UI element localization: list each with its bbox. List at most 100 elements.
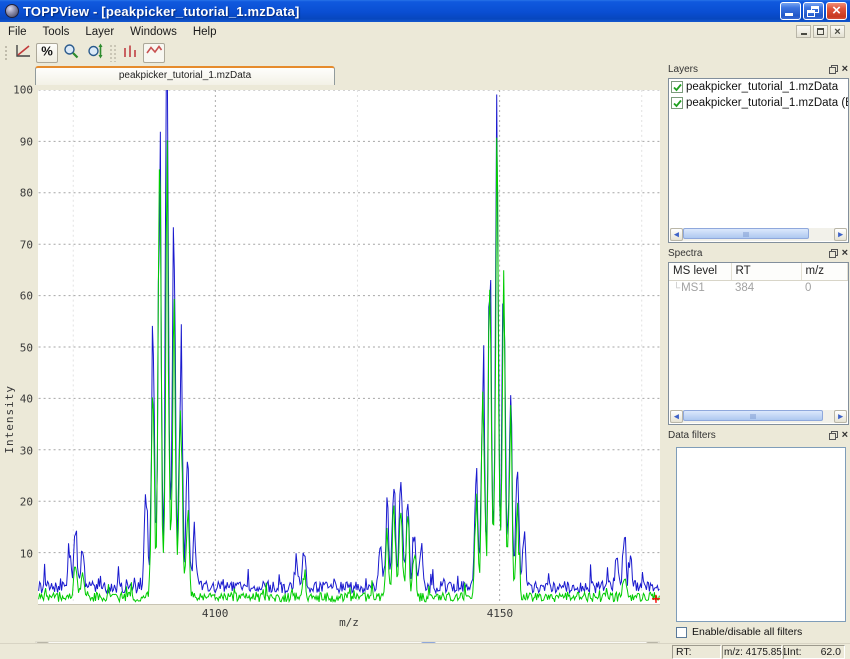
zoom-mode-icon bbox=[62, 43, 80, 64]
svg-text:%: % bbox=[41, 43, 53, 58]
zoom-mode-button[interactable] bbox=[60, 43, 82, 63]
measure-mode-icon bbox=[86, 43, 104, 64]
reset-zoom-button[interactable] bbox=[12, 43, 34, 63]
spectra-tree-table[interactable]: MS levelRTm/z └MS13840 ◂ ▸ bbox=[668, 262, 849, 425]
layer-item[interactable]: peakpicker_tutorial_1.mzData bbox=[669, 79, 848, 95]
y-tick-label: 20 bbox=[20, 496, 33, 509]
check-icon bbox=[673, 99, 682, 108]
status-bar: RT: m/z: 4175.851 Int: 62.0 bbox=[0, 643, 850, 659]
y-tick-label: 60 bbox=[20, 290, 33, 303]
status-mz-field: m/z: 4175.851 bbox=[722, 645, 782, 659]
restore-button[interactable] bbox=[803, 2, 824, 20]
status-int-field: Int: 62.0 bbox=[783, 645, 845, 659]
mdi-restore-button[interactable] bbox=[813, 25, 828, 38]
layers-panel-title: Layers bbox=[668, 64, 829, 75]
spectrum-plot-canvas[interactable] bbox=[38, 90, 660, 605]
status-int-value: 62.0 bbox=[821, 646, 841, 658]
menu-item-file[interactable]: File bbox=[0, 24, 35, 40]
layers-list[interactable]: peakpicker_tutorial_1.mzData peakpicker_t… bbox=[668, 78, 849, 243]
scrollbar-track[interactable] bbox=[683, 228, 834, 241]
mdi-close-button[interactable]: × bbox=[830, 25, 845, 38]
x-tick-label: 4150 bbox=[487, 607, 514, 620]
tab-peakpicker-tutorial[interactable]: peakpicker_tutorial_1.mzData bbox=[35, 66, 335, 85]
y-tick-label: 80 bbox=[20, 187, 33, 200]
menu-item-windows[interactable]: Windows bbox=[122, 24, 185, 40]
status-mz-value: m/z: 4175.851 bbox=[724, 647, 787, 658]
reset-zoom-icon bbox=[14, 43, 32, 64]
float-panel-icon[interactable] bbox=[829, 431, 838, 440]
spectra-column-header[interactable]: m/z bbox=[801, 263, 848, 280]
toolbar-grip[interactable] bbox=[4, 45, 9, 61]
y-axis-label: Intensity bbox=[3, 385, 16, 454]
measure-mode-button[interactable] bbox=[84, 43, 106, 63]
scroll-right-arrow-icon[interactable]: ▸ bbox=[834, 228, 847, 241]
layer-label: peakpicker_tutorial_1.mzData (Bas bbox=[686, 97, 848, 109]
intensity-percentage-mode-icon: % bbox=[38, 43, 56, 64]
y-tick-label: 40 bbox=[20, 393, 33, 406]
close-panel-icon[interactable]: × bbox=[842, 249, 848, 258]
spectrum-ms-level: MS1 bbox=[681, 282, 705, 294]
close-icon: × bbox=[827, 3, 846, 19]
data-filters-panel-header: Data filters × bbox=[668, 428, 848, 443]
check-icon bbox=[673, 83, 682, 92]
layer-label: peakpicker_tutorial_1.mzData bbox=[686, 81, 838, 93]
status-int-label: Int: bbox=[787, 646, 802, 658]
float-panel-icon[interactable] bbox=[829, 65, 838, 74]
title-bar[interactable]: TOPPView - [peakpicker_tutorial_1.mzData… bbox=[0, 0, 850, 22]
menu-item-layer[interactable]: Layer bbox=[77, 24, 122, 40]
y-tick-label: 50 bbox=[20, 341, 33, 354]
peaks-view-button[interactable] bbox=[119, 43, 141, 63]
layers-panel-header: Layers × bbox=[668, 62, 848, 77]
layer-visibility-checkbox[interactable] bbox=[671, 81, 683, 93]
close-panel-icon[interactable]: × bbox=[842, 65, 848, 74]
mdi-minimize-button[interactable] bbox=[796, 25, 811, 38]
close-panel-icon[interactable]: × bbox=[842, 431, 848, 440]
menu-bar: FileToolsLayerWindowsHelp bbox=[0, 22, 850, 42]
layer-visibility-checkbox[interactable] bbox=[671, 97, 683, 109]
menu-item-tools[interactable]: Tools bbox=[35, 24, 78, 40]
data-filters-list[interactable] bbox=[676, 447, 846, 622]
enable-filters-row: Enable/disable all filters bbox=[676, 626, 802, 638]
y-tick-label: 30 bbox=[20, 444, 33, 457]
y-tick-label: 100 bbox=[13, 85, 33, 97]
layers-horizontal-scrollbar[interactable]: ◂ ▸ bbox=[670, 228, 847, 241]
scroll-left-arrow-icon[interactable]: ◂ bbox=[670, 228, 683, 241]
spectra-horizontal-scrollbar[interactable]: ◂ ▸ bbox=[670, 410, 847, 423]
status-rt-field: RT: bbox=[672, 645, 721, 659]
scroll-left-arrow-icon[interactable]: ◂ bbox=[670, 410, 683, 423]
scrollbar-thumb[interactable] bbox=[683, 228, 809, 239]
spectra-panel-header: Spectra × bbox=[668, 246, 848, 261]
status-rt-label: RT: bbox=[676, 646, 692, 658]
float-panel-icon[interactable] bbox=[829, 249, 838, 258]
raw-data-view-icon bbox=[145, 43, 163, 64]
minimize-icon bbox=[785, 13, 793, 16]
restore-icon bbox=[817, 28, 824, 35]
close-button[interactable]: × bbox=[826, 2, 847, 20]
layer-item[interactable]: peakpicker_tutorial_1.mzData (Bas bbox=[669, 95, 848, 111]
toolbar-separator bbox=[109, 44, 116, 62]
data-filters-panel-title: Data filters bbox=[668, 430, 829, 441]
toolbar: % bbox=[0, 42, 850, 64]
spectrum-plot-region: 102030405060708090100 Intensity 41004150… bbox=[0, 85, 662, 643]
enable-filters-checkbox[interactable] bbox=[676, 627, 687, 638]
menu-item-help[interactable]: Help bbox=[185, 24, 225, 40]
spectra-column-header[interactable]: RT bbox=[731, 263, 801, 280]
mdi-window-buttons: × bbox=[796, 25, 845, 38]
spectra-panel-title: Spectra bbox=[668, 248, 829, 259]
y-tick-label: 90 bbox=[20, 135, 33, 148]
toppview-app-icon[interactable] bbox=[5, 4, 19, 18]
spectra-row[interactable]: └MS13840 bbox=[669, 280, 848, 295]
minimize-button[interactable] bbox=[780, 2, 801, 20]
enable-filters-label: Enable/disable all filters bbox=[692, 626, 802, 638]
y-tick-label: 10 bbox=[20, 547, 33, 560]
spectra-column-header[interactable]: MS level bbox=[669, 263, 731, 280]
y-tick-label: 70 bbox=[20, 238, 33, 251]
window-title: TOPPView - [peakpicker_tutorial_1.mzData… bbox=[23, 4, 778, 19]
raw-data-view-button[interactable] bbox=[143, 43, 165, 63]
peaks-view-icon bbox=[121, 43, 139, 64]
spectrum-mz: 0 bbox=[801, 280, 848, 295]
scrollbar-track[interactable] bbox=[683, 410, 834, 423]
scrollbar-thumb[interactable] bbox=[683, 410, 823, 421]
intensity-percentage-mode-button[interactable]: % bbox=[36, 43, 58, 63]
scroll-right-arrow-icon[interactable]: ▸ bbox=[834, 410, 847, 423]
